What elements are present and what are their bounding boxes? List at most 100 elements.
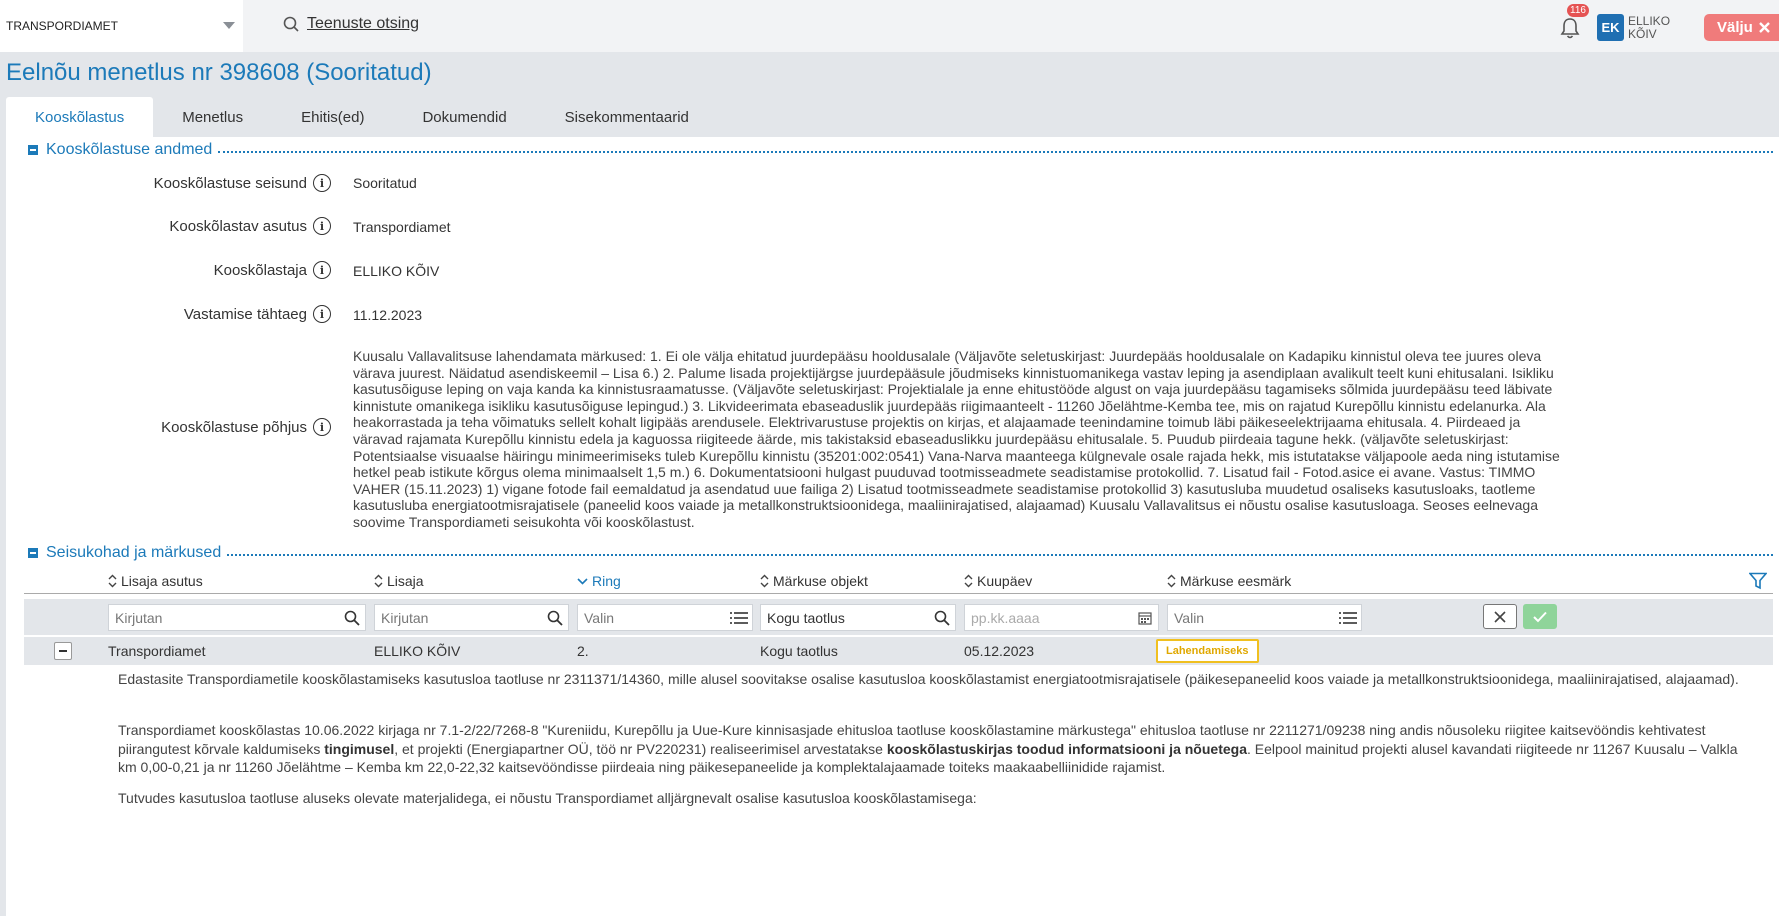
clear-filters-button[interactable] <box>1483 604 1517 629</box>
filter-purpose-select[interactable]: Valin <box>1167 604 1362 631</box>
close-icon <box>1759 22 1770 33</box>
sort-icon <box>374 574 383 588</box>
collapse-icon[interactable] <box>28 145 38 155</box>
column-header-label: Lisaja asutus <box>121 573 203 589</box>
info-icon[interactable]: i <box>313 217 331 235</box>
section-divider <box>218 151 1773 153</box>
collapse-row-icon[interactable] <box>54 642 72 660</box>
filter-author-input[interactable]: Kirjutan <box>374 604 569 631</box>
section-divider <box>227 554 1773 556</box>
list-icon <box>730 611 748 624</box>
column-header-author[interactable]: Lisaja <box>374 573 424 589</box>
field-label-text: Kooskõlastaja <box>213 261 307 279</box>
chevron-down-icon <box>223 22 235 29</box>
field-label: Kooskõlastav asutus i <box>169 217 331 235</box>
main-content: Kooskõlastuse andmed Kooskõlastuse seisu… <box>6 137 1779 916</box>
cell-institution: Transpordiamet <box>108 643 206 659</box>
sort-icon <box>1167 574 1176 588</box>
field-value: ELLIKO KÕIV <box>353 263 440 279</box>
sort-icon <box>964 574 973 588</box>
filter-round-select[interactable]: Valin <box>577 604 753 631</box>
field-label: Vastamise tähtaeg i <box>184 305 331 323</box>
filter-value: Kogu taotlus <box>767 609 845 626</box>
filter-icon[interactable] <box>1749 572 1767 590</box>
apply-filters-button[interactable] <box>1523 604 1557 629</box>
page-title: Eelnõu menetlus nr 398608 (Sooritatud) <box>6 59 432 86</box>
filter-placeholder: Kirjutan <box>381 609 429 626</box>
column-header-object[interactable]: Märkuse objekt <box>760 573 868 589</box>
field-label-text: Kooskõlastav asutus <box>169 217 307 235</box>
checkmark-icon <box>1533 611 1547 622</box>
section-title: Kooskõlastuse andmed <box>46 141 213 158</box>
user-name[interactable]: ELLIKO KÕIV <box>1628 15 1688 41</box>
column-header-round[interactable]: Ring <box>577 573 621 589</box>
avatar[interactable]: EK <box>1597 14 1624 41</box>
column-header-label: Ring <box>592 573 621 589</box>
info-icon[interactable]: i <box>313 418 331 436</box>
detail-paragraph-1: Edastasite Transpordiametile kooskõlasta… <box>118 671 1739 687</box>
approval-reason-text: Kuusalu Vallavalitsuse lahendamata märku… <box>353 348 1560 530</box>
close-icon <box>1494 610 1506 623</box>
section-title: Seisukohad ja märkused <box>46 544 222 561</box>
top-bar: TRANSPORDIAMET Teenuste otsing 116 EK EL… <box>0 0 1779 52</box>
table-header: Lisaja asutus Lisaja Ring Märkuse objekt… <box>24 570 1773 594</box>
sort-desc-icon <box>577 578 588 585</box>
search-icon <box>344 610 360 626</box>
tab-sisekommentaarid[interactable]: Sisekommentaarid <box>536 97 718 137</box>
detail-paragraph-3: Tutvudes kasutusloa taotluse aluseks ole… <box>118 790 977 806</box>
column-header-label: Märkuse eesmärk <box>1180 573 1292 589</box>
field-label-text: Kooskõlastuse seisund <box>153 174 307 192</box>
column-header-purpose[interactable]: Märkuse eesmärk <box>1167 573 1291 589</box>
column-header-label: Lisaja <box>387 573 424 589</box>
filter-date-input[interactable]: pp.kk.aaaa <box>964 604 1159 631</box>
detail-paragraph-2: Transpordiamet kooskõlastas 10.06.2022 k… <box>118 721 1758 777</box>
organization-select-value: TRANSPORDIAMET <box>6 19 119 33</box>
table-row[interactable]: Transpordiamet ELLIKO KÕIV 2. Kogu taotl… <box>24 637 1773 665</box>
notification-count-badge: 116 <box>1567 4 1589 17</box>
sort-icon <box>760 574 769 588</box>
info-icon[interactable]: i <box>313 261 331 279</box>
tab-ehitised[interactable]: Ehitis(ed) <box>272 97 393 137</box>
status-badge: Lahendamiseks <box>1156 639 1259 663</box>
detail-text: , et projekti (Energiapartner OÜ, töö nr… <box>394 740 887 757</box>
tab-menetlus[interactable]: Menetlus <box>153 97 272 137</box>
cell-object: Kogu taotlus <box>760 643 838 659</box>
filter-institution-input[interactable]: Kirjutan <box>108 604 366 631</box>
logout-label: Välju <box>1717 19 1753 36</box>
organization-select[interactable]: TRANSPORDIAMET <box>0 0 243 52</box>
field-value: Sooritatud <box>353 175 417 191</box>
search-icon <box>934 610 950 626</box>
service-search-label: Teenuste otsing <box>307 15 420 32</box>
detail-bold-text: kooskõlastuskirjas toodud informatsiooni… <box>886 740 1247 757</box>
collapse-icon[interactable] <box>28 548 38 558</box>
filter-placeholder: pp.kk.aaaa <box>971 609 1040 626</box>
field-label: Kooskõlastuse põhjus i <box>161 418 331 436</box>
info-icon[interactable]: i <box>313 305 331 323</box>
filter-placeholder: Kirjutan <box>115 609 163 626</box>
filter-placeholder: Valin <box>1174 609 1205 626</box>
search-icon <box>283 16 299 32</box>
info-icon[interactable]: i <box>313 174 331 192</box>
column-header-institution[interactable]: Lisaja asutus <box>108 573 203 589</box>
field-value: Transpordiamet <box>353 219 451 235</box>
cell-author: ELLIKO KÕIV <box>374 643 461 659</box>
logout-button[interactable]: Välju <box>1704 14 1779 41</box>
tab-dokumendid[interactable]: Dokumendid <box>393 97 535 137</box>
column-header-date[interactable]: Kuupäev <box>964 573 1032 589</box>
section-positions-header[interactable]: Seisukohad ja märkused <box>28 544 1773 562</box>
service-search-link[interactable]: Teenuste otsing <box>283 15 419 33</box>
column-header-label: Kuupäev <box>977 573 1033 589</box>
filter-row: Kirjutan Kirjutan Valin Kogu taotlus pp.… <box>24 599 1773 635</box>
filter-object-input[interactable]: Kogu taotlus <box>760 604 956 631</box>
cell-date: 05.12.2023 <box>964 643 1035 659</box>
search-icon <box>547 610 563 626</box>
bell-icon[interactable] <box>1559 16 1581 40</box>
filter-placeholder: Valin <box>584 609 615 626</box>
cell-round: 2. <box>577 643 589 659</box>
section-approval-data-header[interactable]: Kooskõlastuse andmed <box>28 141 1773 159</box>
tab-bar: Kooskõlastus Menetlus Ehitis(ed) Dokumen… <box>6 97 718 137</box>
tab-kooskolastus[interactable]: Kooskõlastus <box>6 97 154 137</box>
field-value: 11.12.2023 <box>353 307 423 323</box>
sort-icon <box>108 574 117 588</box>
field-label-text: Vastamise tähtaeg <box>183 305 307 323</box>
